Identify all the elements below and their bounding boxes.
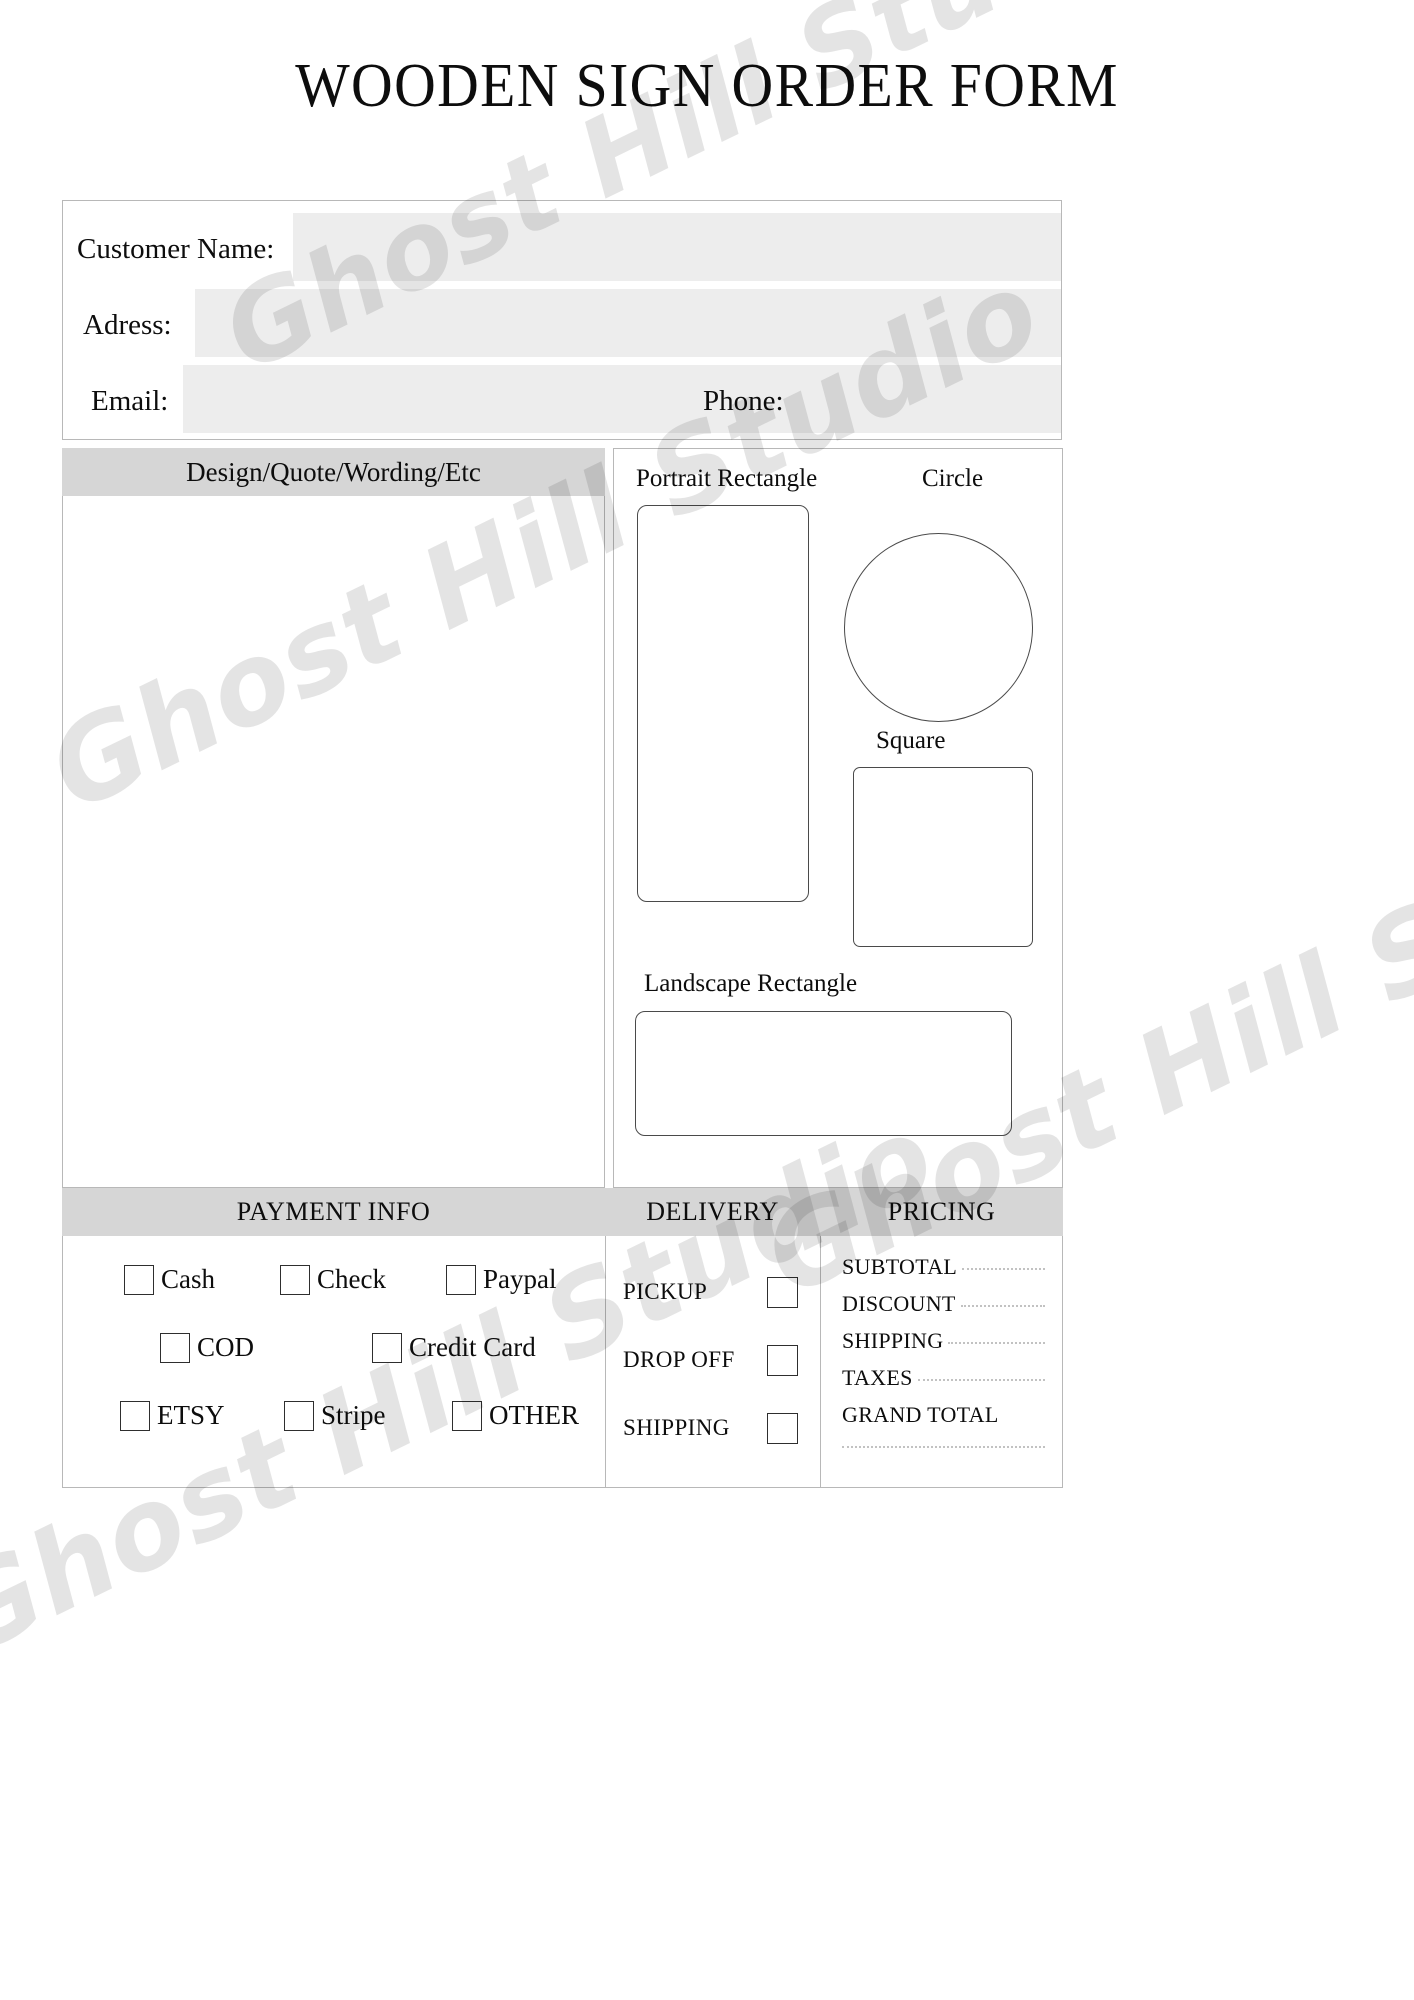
pricing-row: SHIPPING	[842, 1328, 1045, 1354]
payment-option-label: COD	[197, 1332, 255, 1362]
pricing-value-field[interactable]	[842, 1446, 1045, 1448]
design-notes-header: Design/Quote/Wording/Etc	[62, 448, 605, 496]
pricing-row: TAXES	[842, 1365, 1045, 1391]
circle-shape[interactable]	[844, 533, 1033, 722]
pricing-value-field[interactable]	[948, 1342, 1045, 1344]
customer-address-input[interactable]	[195, 289, 1061, 357]
checkbox-icon[interactable]	[120, 1400, 150, 1431]
payment-option-other[interactable]: OTHER	[452, 1400, 579, 1431]
portrait-rectangle-label: Portrait Rectangle	[636, 465, 818, 492]
pricing-breakdown: SUBTOTAL DISCOUNT SHIPPING TAXES GRAND TOTAL	[820, 1236, 1063, 1488]
payment-option-cod[interactable]: COD	[160, 1332, 254, 1363]
delivery-option-shipping[interactable]: SHIPPING	[605, 1402, 820, 1454]
delivery-option-pickup[interactable]: PICKUP	[605, 1266, 820, 1318]
page-title: WOODEN SIGN ORDER FORM	[295, 52, 1119, 120]
pricing-label: GRAND TOTAL	[842, 1402, 999, 1427]
payment-option-label: Stripe	[321, 1400, 386, 1430]
customer-name-row: Customer Name:	[63, 213, 1061, 285]
customer-info-section: Customer Name: Adress: Email: Phone:	[62, 200, 1062, 440]
order-form-page: WOODEN SIGN ORDER FORM Customer Name: Ad…	[0, 0, 1414, 2000]
customer-email-input[interactable]	[183, 365, 1061, 433]
payment-option-paypal[interactable]: Paypal	[446, 1264, 557, 1295]
pricing-row: GRAND TOTAL	[842, 1402, 1045, 1448]
payment-option-etsy[interactable]: ETSY	[120, 1400, 225, 1431]
pricing-value-field[interactable]	[917, 1379, 1045, 1381]
pricing-row: SUBTOTAL	[842, 1254, 1045, 1280]
payment-option-label: Paypal	[483, 1264, 557, 1294]
pricing-label: TAXES	[842, 1365, 913, 1390]
customer-email-phone-row: Email: Phone:	[63, 365, 1061, 437]
payment-option-label: ETSY	[157, 1400, 225, 1430]
payment-option-credit-card[interactable]: Credit Card	[372, 1332, 536, 1363]
square-shape[interactable]	[853, 767, 1033, 947]
customer-name-input[interactable]	[293, 213, 1061, 281]
checkbox-icon[interactable]	[124, 1264, 154, 1295]
checkbox-icon[interactable]	[284, 1400, 314, 1431]
customer-phone-label: Phone:	[703, 385, 784, 417]
shape-options-section: Portrait Rectangle Circle Square Landsca…	[613, 448, 1063, 1188]
payment-option-label: OTHER	[489, 1400, 579, 1430]
checkbox-icon[interactable]	[446, 1264, 476, 1295]
payment-option-stripe[interactable]: Stripe	[284, 1400, 386, 1431]
delivery-option-label: SHIPPING	[623, 1415, 730, 1440]
payment-option-label: Credit Card	[409, 1332, 536, 1362]
payment-option-cash[interactable]: Cash	[124, 1264, 215, 1295]
pricing-value-field[interactable]	[960, 1305, 1045, 1307]
checkbox-icon[interactable]	[372, 1332, 402, 1363]
checkbox-icon[interactable]	[767, 1344, 798, 1376]
customer-name-label: Customer Name:	[77, 233, 275, 265]
delivery-header: DELIVERY	[646, 1197, 779, 1226]
delivery-options-group: PICKUP DROP OFF SHIPPING	[605, 1236, 820, 1488]
pricing-label: SHIPPING	[842, 1328, 944, 1353]
design-notes-input[interactable]	[62, 496, 605, 1188]
checkbox-icon[interactable]	[452, 1400, 482, 1431]
payment-info-header: PAYMENT INFO	[236, 1197, 431, 1226]
customer-address-label: Adress:	[83, 309, 172, 341]
checkbox-icon[interactable]	[280, 1264, 310, 1295]
circle-label: Circle	[922, 465, 984, 492]
bottom-section-header: PAYMENT INFO DELIVERY PRICING	[62, 1188, 1063, 1236]
payment-option-check[interactable]: Check	[280, 1264, 386, 1295]
checkbox-icon[interactable]	[767, 1412, 798, 1444]
pricing-label: SUBTOTAL	[842, 1254, 958, 1279]
delivery-option-drop-off[interactable]: DROP OFF	[605, 1334, 820, 1386]
pricing-header: PRICING	[887, 1197, 996, 1226]
design-notes-section: Design/Quote/Wording/Etc	[62, 448, 605, 1188]
payment-options-group: Cash Check Paypal COD Credit Card ETSY Stripe O…	[62, 1236, 605, 1488]
pricing-label: DISCOUNT	[842, 1291, 956, 1316]
portrait-rectangle-shape[interactable]	[637, 505, 809, 902]
payment-option-label: Cash	[161, 1264, 215, 1294]
landscape-rectangle-shape[interactable]	[635, 1011, 1012, 1136]
square-label: Square	[876, 727, 946, 754]
checkbox-icon[interactable]	[160, 1332, 190, 1363]
payment-option-label: Check	[317, 1264, 386, 1294]
delivery-option-label: PICKUP	[623, 1279, 708, 1304]
pricing-value-field[interactable]	[962, 1268, 1045, 1270]
customer-address-row: Adress:	[63, 289, 1061, 361]
checkbox-icon[interactable]	[767, 1276, 798, 1308]
customer-email-label: Email:	[91, 385, 169, 417]
delivery-option-label: DROP OFF	[623, 1347, 735, 1372]
bottom-section: PAYMENT INFO DELIVERY PRICING Cash Check P…	[62, 1188, 1063, 1488]
landscape-rectangle-label: Landscape Rectangle	[644, 970, 858, 997]
pricing-row: DISCOUNT	[842, 1291, 1045, 1317]
